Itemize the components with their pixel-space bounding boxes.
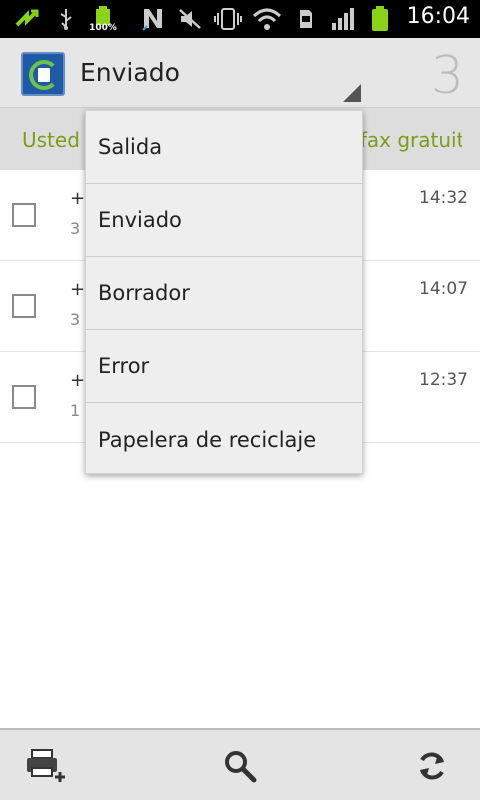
mute-icon bbox=[176, 6, 204, 32]
action-bar: Enviado 3 bbox=[0, 38, 480, 108]
new-fax-button[interactable] bbox=[24, 744, 68, 788]
search-button[interactable] bbox=[218, 744, 262, 788]
fax-app-logo-icon bbox=[21, 52, 65, 96]
sd-card-icon bbox=[296, 6, 316, 32]
vibrate-icon bbox=[214, 6, 242, 32]
folder-dropdown-menu: Salida Enviado Borrador Error Papelera d… bbox=[85, 110, 363, 474]
page-count: 3 bbox=[70, 219, 81, 238]
sent-time: 14:07 bbox=[419, 279, 468, 299]
battery-icon bbox=[370, 6, 390, 32]
n-notification-icon bbox=[140, 6, 166, 32]
sent-time: 14:32 bbox=[419, 188, 468, 208]
refresh-icon bbox=[420, 752, 444, 780]
checkbox[interactable] bbox=[12, 385, 36, 409]
menu-item-papelera[interactable]: Papelera de reciclaje bbox=[86, 403, 362, 476]
status-bar: 100% 16:04 bbox=[0, 0, 480, 38]
menu-item-salida[interactable]: Salida bbox=[86, 111, 362, 184]
refresh-button[interactable] bbox=[410, 744, 454, 788]
search-icon bbox=[225, 751, 257, 783]
page-count: 3 bbox=[70, 310, 81, 329]
menu-item-borrador[interactable]: Borrador bbox=[86, 257, 362, 330]
battery-percent-label: 100% bbox=[89, 23, 117, 33]
menu-item-error[interactable]: Error bbox=[86, 330, 362, 403]
spinner-arrow-icon[interactable] bbox=[343, 84, 361, 102]
menu-item-enviado[interactable]: Enviado bbox=[86, 184, 362, 257]
battery-charging-icon: 100% bbox=[88, 6, 118, 33]
bottom-toolbar bbox=[0, 728, 480, 800]
signal-icon bbox=[330, 6, 356, 32]
checkbox[interactable] bbox=[12, 203, 36, 227]
folder-spinner-title[interactable]: Enviado bbox=[80, 58, 180, 87]
clock: 16:04 bbox=[406, 4, 470, 29]
usb-sync-icon bbox=[12, 6, 42, 32]
new-fax-icon bbox=[27, 749, 65, 782]
sent-time: 12:37 bbox=[419, 370, 468, 390]
checkbox[interactable] bbox=[12, 294, 36, 318]
message-count: 3 bbox=[430, 46, 464, 106]
page-count: 1 bbox=[70, 401, 81, 420]
wifi-icon bbox=[252, 6, 282, 32]
usb-icon bbox=[56, 6, 76, 32]
